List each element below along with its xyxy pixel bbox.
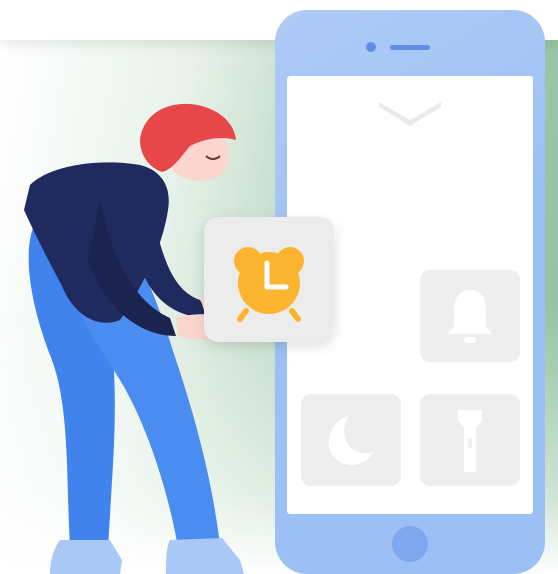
back-shoe xyxy=(50,540,122,574)
front-shoe xyxy=(166,538,244,574)
alarm-tile xyxy=(204,217,334,342)
alarm-clock-icon xyxy=(234,247,304,322)
illustration-scene xyxy=(0,0,558,574)
